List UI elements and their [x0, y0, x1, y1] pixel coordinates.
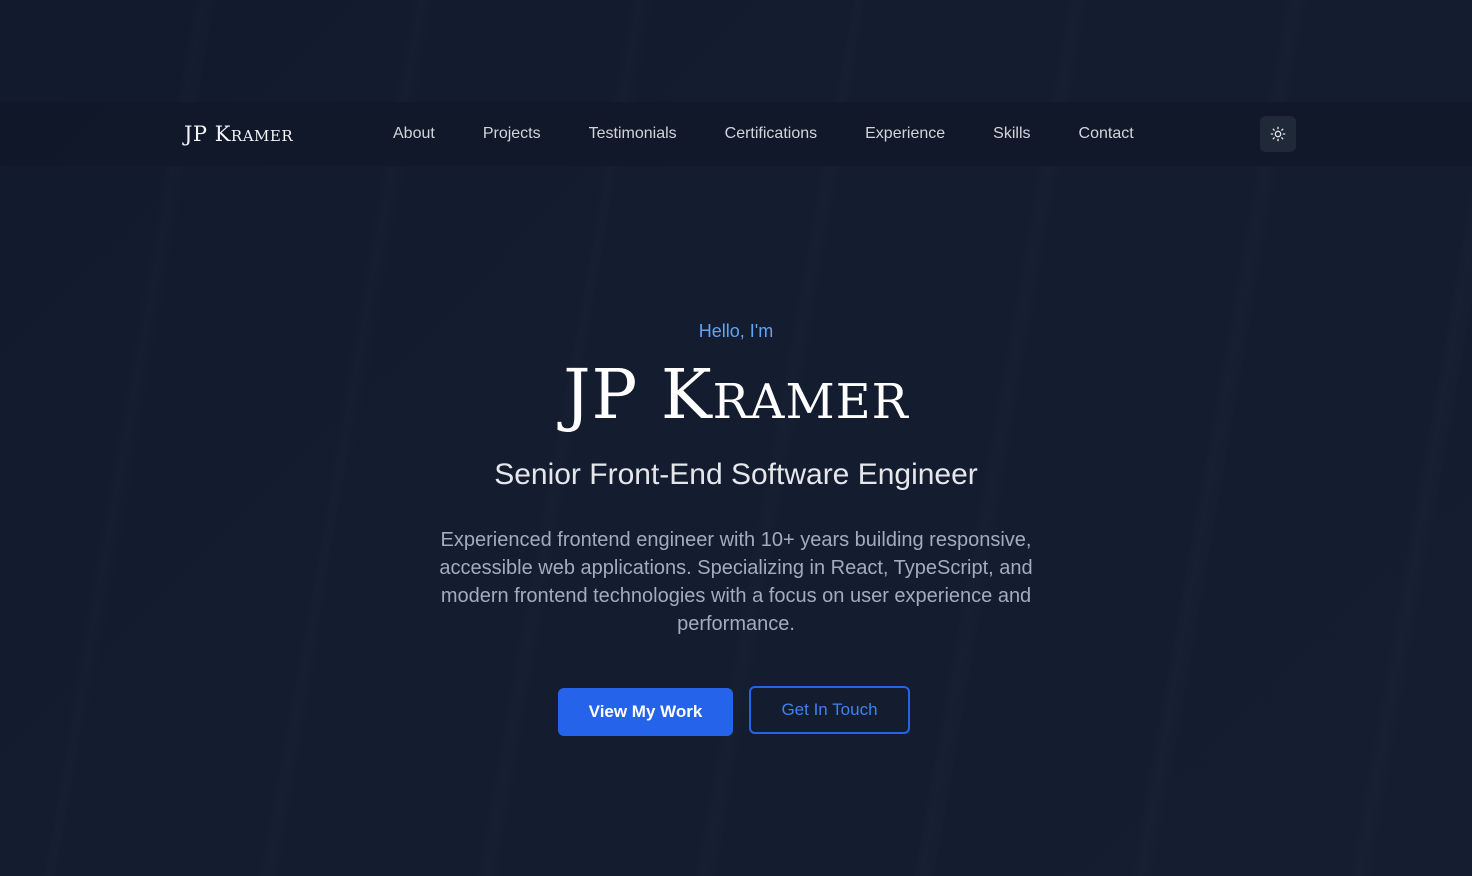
nav-link-about[interactable]: About [393, 125, 435, 143]
navbar: JP Kramer About Projects Testimonials Ce… [0, 102, 1472, 166]
hero-description: Experienced frontend engineer with 10+ y… [439, 529, 1033, 635]
theme-toggle-button[interactable] [1260, 116, 1296, 152]
hero-name: JP Kramer [563, 356, 909, 435]
nav-link-skills[interactable]: Skills [993, 125, 1030, 143]
nav-link-projects[interactable]: Projects [483, 125, 541, 143]
hero-title: Senior Front-End Software Engineer [494, 458, 978, 491]
nav-links: About Projects Testimonials Certificatio… [393, 102, 1134, 166]
nav-link-experience[interactable]: Experience [865, 125, 945, 143]
get-in-touch-button[interactable]: Get In Touch [749, 686, 910, 734]
sun-icon [1270, 126, 1286, 142]
brand-logo[interactable]: JP Kramer [184, 102, 293, 166]
nav-link-contact[interactable]: Contact [1079, 125, 1134, 143]
hero-greeting: Hello, I'm [698, 321, 774, 341]
nav-link-testimonials[interactable]: Testimonials [589, 125, 677, 143]
view-my-work-button[interactable]: View My Work [558, 688, 733, 736]
nav-link-certifications[interactable]: Certifications [725, 125, 817, 143]
